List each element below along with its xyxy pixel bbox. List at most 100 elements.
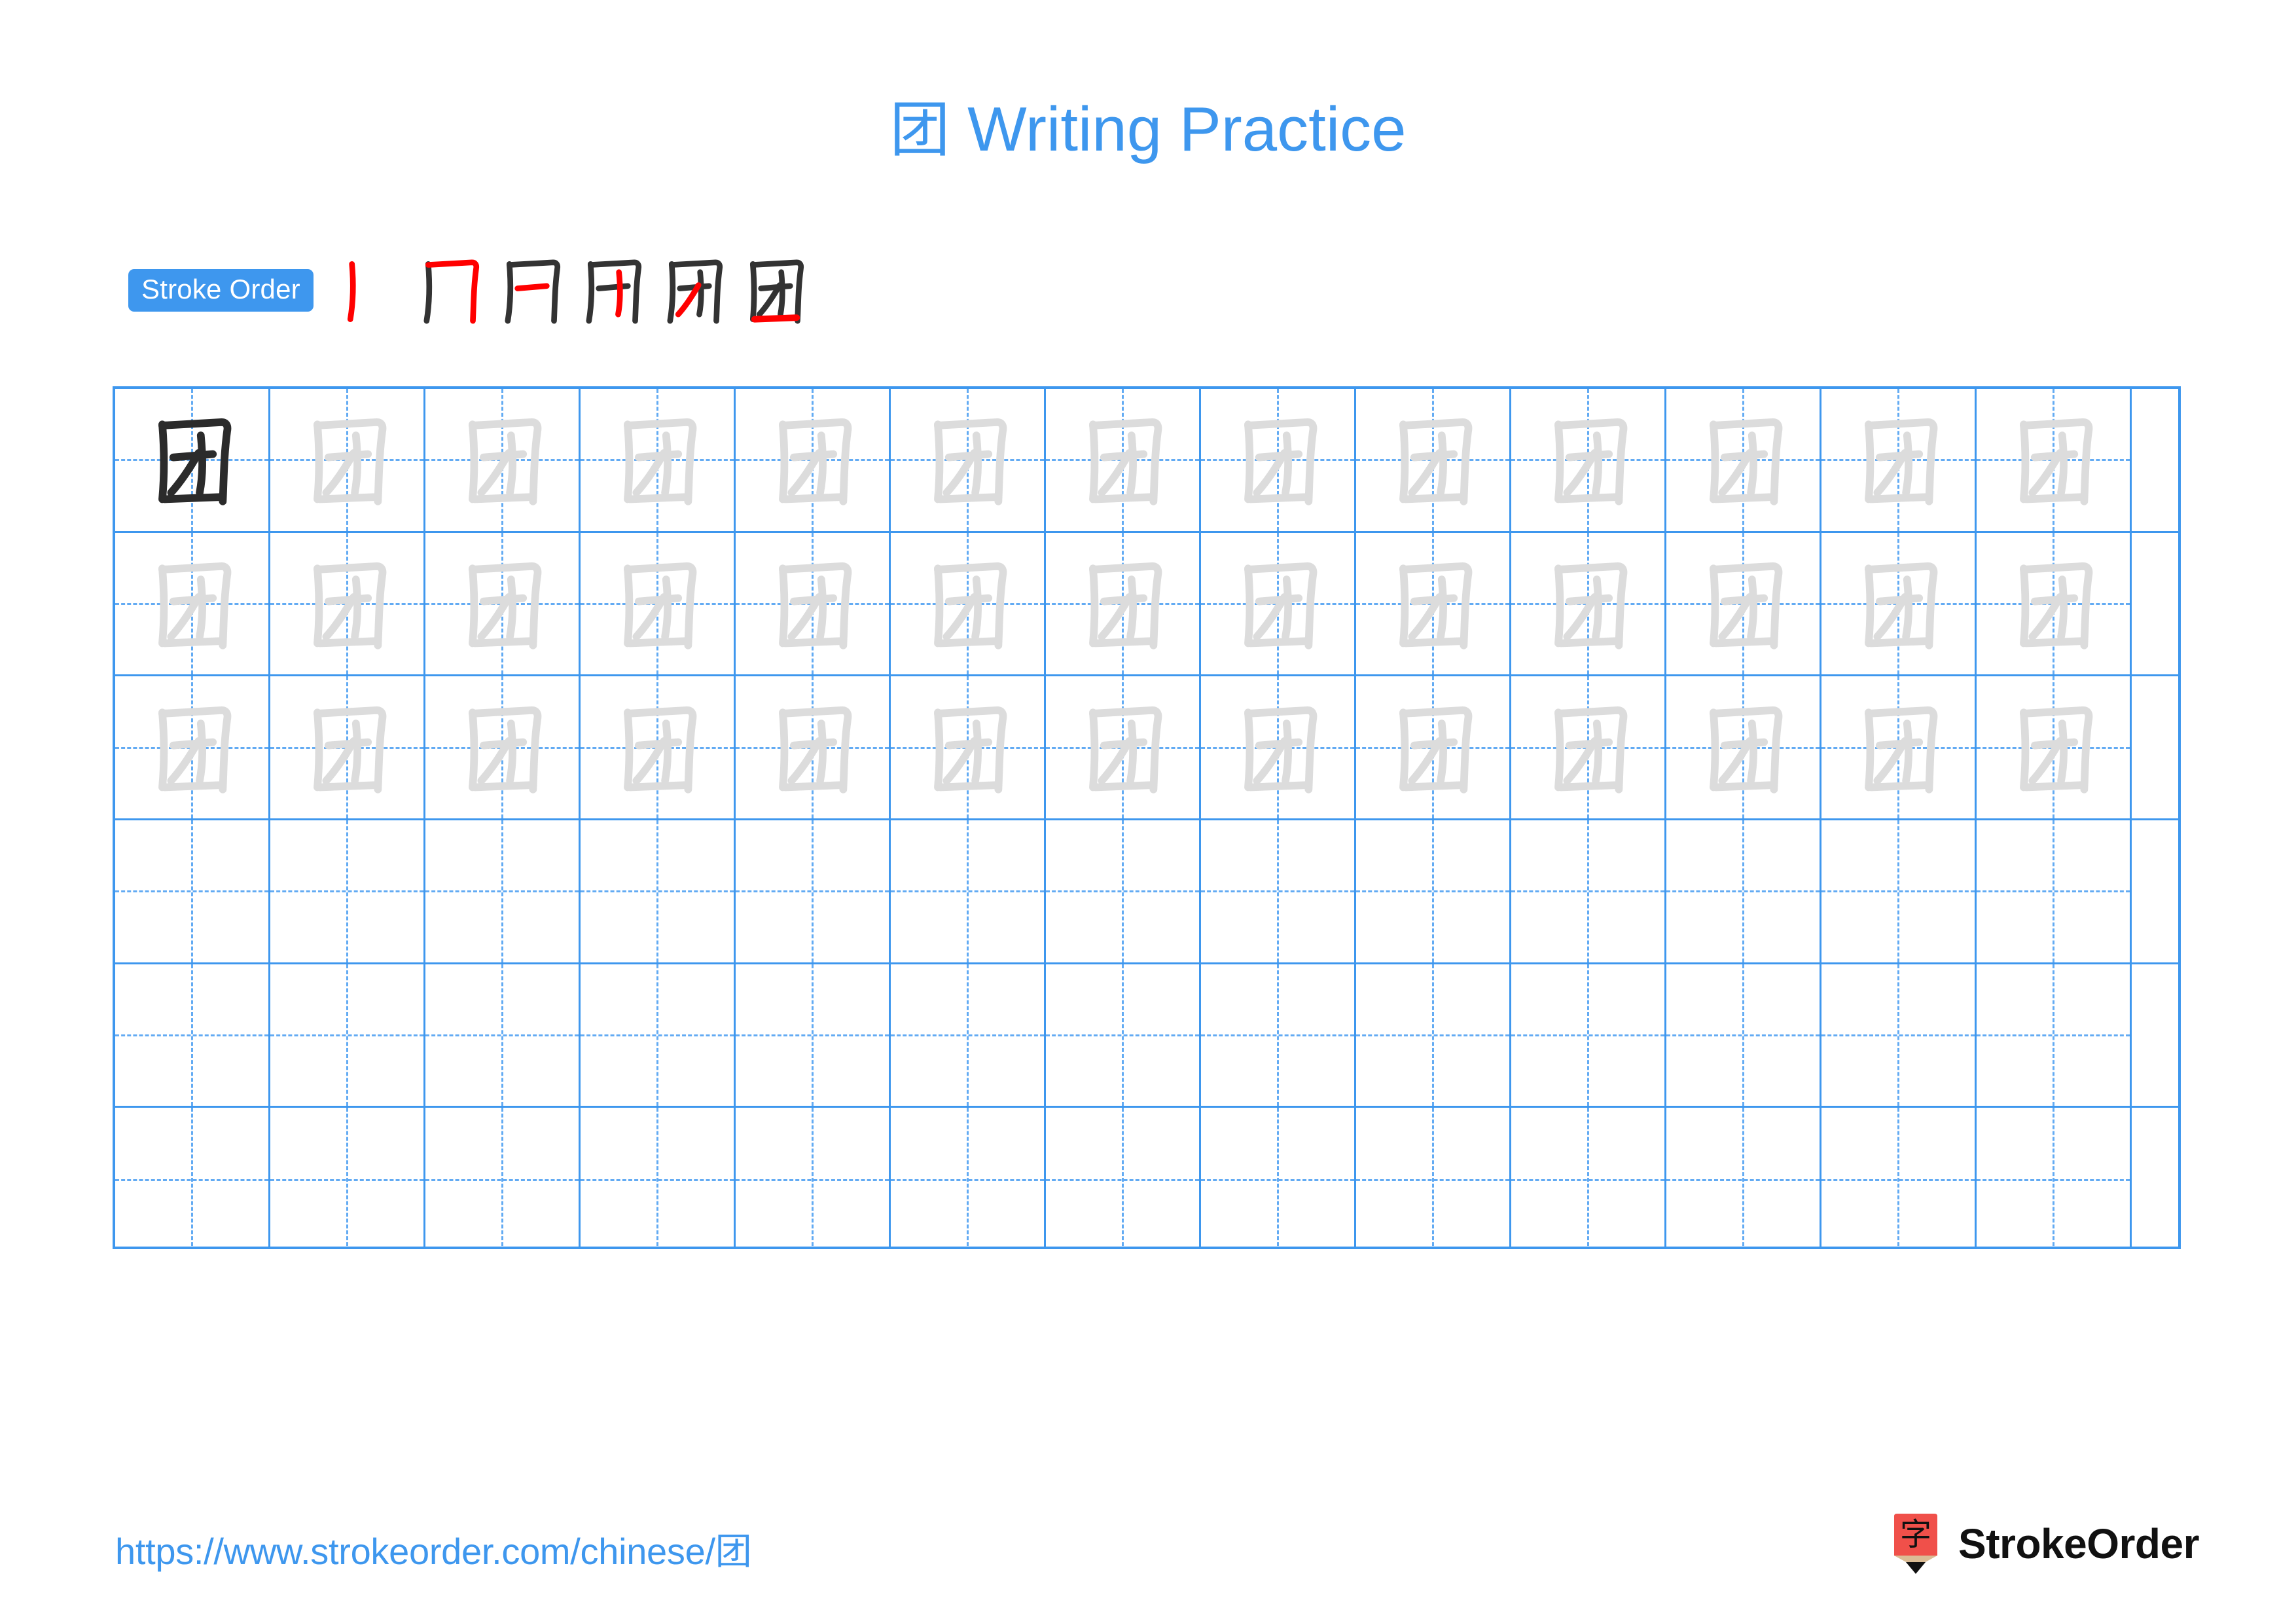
practice-cell-trace[interactable] <box>1356 532 1511 675</box>
trace-character-glyph <box>1046 533 1199 675</box>
practice-cell-trace[interactable] <box>425 532 581 675</box>
practice-cell-blank[interactable] <box>1201 1108 1356 1247</box>
practice-cell-trace[interactable] <box>1356 676 1511 818</box>
trace-character-glyph <box>270 533 423 675</box>
practice-cell-trace[interactable] <box>891 532 1046 675</box>
practice-cell-trace[interactable] <box>736 532 891 675</box>
practice-cell-blank[interactable] <box>1201 820 1356 962</box>
practice-cell-trace[interactable] <box>736 389 891 531</box>
practice-cell-trace[interactable] <box>581 676 736 818</box>
practice-cell-blank[interactable] <box>891 1108 1046 1247</box>
practice-cell-trace[interactable] <box>581 532 736 675</box>
practice-cell-trace[interactable] <box>115 676 270 818</box>
practice-cell-trace[interactable] <box>736 676 891 818</box>
practice-cell-trace[interactable] <box>1666 389 1821 531</box>
practice-cell-blank[interactable] <box>1046 964 1201 1106</box>
practice-cell-trace[interactable] <box>1821 532 1977 675</box>
practice-cell-trace[interactable] <box>270 676 425 818</box>
practice-cell-trace[interactable] <box>270 532 425 675</box>
practice-cell-blank[interactable] <box>425 820 581 962</box>
practice-cell-blank[interactable] <box>581 964 736 1106</box>
trace-character-glyph <box>270 389 423 531</box>
trace-character-glyph <box>1977 389 2130 531</box>
practice-cell-blank[interactable] <box>891 820 1046 962</box>
trace-character-glyph <box>736 533 889 675</box>
practice-cell-blank[interactable] <box>1666 820 1821 962</box>
stroke-step-1 <box>329 249 410 331</box>
practice-cell-blank[interactable] <box>736 964 891 1106</box>
practice-cell-blank[interactable] <box>1666 1108 1821 1247</box>
practice-cell-blank[interactable] <box>736 1108 891 1247</box>
practice-cell-blank[interactable] <box>270 820 425 962</box>
practice-cell-blank[interactable] <box>1356 964 1511 1106</box>
trace-character-glyph <box>1666 389 1820 531</box>
practice-cell-trace[interactable] <box>1511 676 1666 818</box>
practice-cell-trace[interactable] <box>1201 676 1356 818</box>
practice-cell-blank[interactable] <box>1821 820 1977 962</box>
practice-cell-trace[interactable] <box>1666 532 1821 675</box>
trace-character-glyph <box>1201 676 1354 818</box>
practice-cell-trace[interactable] <box>1201 532 1356 675</box>
practice-cell-blank[interactable] <box>115 964 270 1106</box>
trace-character-glyph <box>1977 676 2130 818</box>
trace-character-glyph <box>1201 389 1354 531</box>
practice-cell-blank[interactable] <box>1046 1108 1201 1247</box>
stroke-step-3 <box>492 249 573 331</box>
practice-cell-trace[interactable] <box>1977 532 2132 675</box>
footer-url[interactable]: https://www.strokeorder.com/chinese/团 <box>115 1522 752 1575</box>
practice-cell-blank[interactable] <box>425 1108 581 1247</box>
practice-cell-blank[interactable] <box>425 964 581 1106</box>
pencil-logo-icon: 字 <box>1894 1514 1938 1574</box>
practice-cell-blank[interactable] <box>891 964 1046 1106</box>
practice-cell-trace[interactable] <box>581 389 736 531</box>
practice-grid-row <box>115 1108 2178 1247</box>
practice-cell-trace[interactable] <box>1046 676 1201 818</box>
practice-cell-trace[interactable] <box>1666 676 1821 818</box>
practice-cell-blank[interactable] <box>115 820 270 962</box>
practice-cell-blank[interactable] <box>1201 964 1356 1106</box>
trace-character-glyph <box>1356 533 1509 675</box>
practice-cell-blank[interactable] <box>1356 1108 1511 1247</box>
practice-cell-trace[interactable] <box>270 389 425 531</box>
practice-cell-blank[interactable] <box>1977 820 2132 962</box>
practice-cell-trace[interactable] <box>1046 389 1201 531</box>
practice-cell-blank[interactable] <box>736 820 891 962</box>
practice-cell-blank[interactable] <box>581 1108 736 1247</box>
practice-cell-trace[interactable] <box>1511 389 1666 531</box>
practice-cell-blank[interactable] <box>270 1108 425 1247</box>
practice-cell-blank[interactable] <box>1511 964 1666 1106</box>
practice-cell-blank[interactable] <box>1666 964 1821 1106</box>
practice-cell-trace[interactable] <box>425 676 581 818</box>
logo-char: 字 <box>1900 1516 1931 1553</box>
practice-cell-trace[interactable] <box>1977 676 2132 818</box>
practice-cell-trace[interactable] <box>1201 389 1356 531</box>
practice-cell-trace[interactable] <box>1511 532 1666 675</box>
practice-cell-blank[interactable] <box>115 1108 270 1247</box>
trace-character-glyph <box>891 533 1044 675</box>
trace-character-glyph <box>736 389 889 531</box>
practice-cell-blank[interactable] <box>1356 820 1511 962</box>
practice-cell-blank[interactable] <box>1821 964 1977 1106</box>
practice-cell-trace[interactable] <box>891 676 1046 818</box>
practice-cell-blank[interactable] <box>581 820 736 962</box>
trace-character-glyph <box>115 676 268 818</box>
practice-cell-blank[interactable] <box>1821 1108 1977 1247</box>
practice-cell-trace[interactable] <box>425 389 581 531</box>
practice-cell-blank[interactable] <box>270 964 425 1106</box>
practice-cell-trace[interactable] <box>1046 532 1201 675</box>
practice-cell-blank[interactable] <box>1511 820 1666 962</box>
trace-character-glyph <box>425 389 579 531</box>
practice-cell-blank[interactable] <box>1977 1108 2132 1247</box>
page-title: 团 Writing Practice <box>0 95 2296 164</box>
practice-cell-trace[interactable] <box>1821 676 1977 818</box>
trace-character-glyph <box>1201 533 1354 675</box>
practice-cell-model[interactable] <box>115 389 270 531</box>
practice-cell-blank[interactable] <box>1977 964 2132 1106</box>
practice-cell-trace[interactable] <box>115 532 270 675</box>
practice-cell-blank[interactable] <box>1511 1108 1666 1247</box>
practice-cell-trace[interactable] <box>1977 389 2132 531</box>
practice-cell-trace[interactable] <box>1821 389 1977 531</box>
practice-cell-trace[interactable] <box>891 389 1046 531</box>
practice-cell-trace[interactable] <box>1356 389 1511 531</box>
practice-cell-blank[interactable] <box>1046 820 1201 962</box>
